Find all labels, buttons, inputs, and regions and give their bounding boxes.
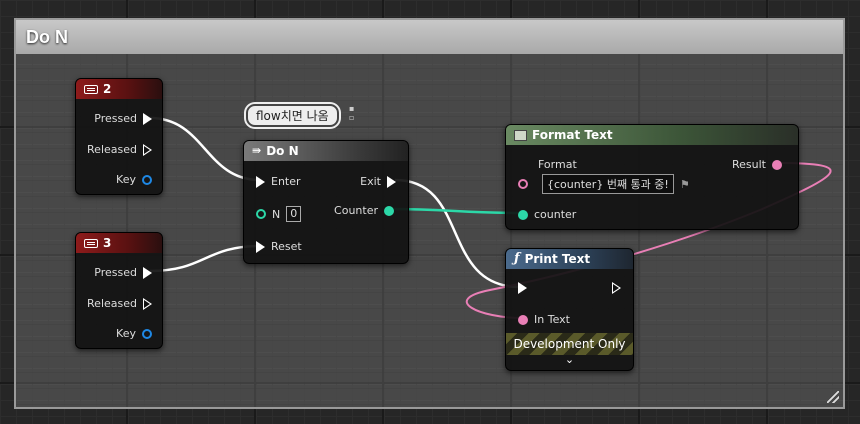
- exec-in-pin[interactable]: [256, 175, 265, 188]
- wire-exit-to-print: [394, 178, 521, 289]
- key-3-key-pin-row[interactable]: Key: [116, 327, 152, 340]
- development-only-banner: Development Only: [506, 333, 633, 355]
- do-n-macro-icon: ⇛: [252, 144, 262, 157]
- do-n-n-pin-row[interactable]: N 0: [256, 206, 302, 222]
- chevron-down-icon[interactable]: ⌄: [506, 353, 633, 366]
- bubble-pin-icon[interactable]: ▪ ▫: [349, 104, 354, 122]
- do-n-exit-pin-row[interactable]: Exit: [360, 175, 396, 188]
- exec-out-pin[interactable]: [143, 112, 152, 125]
- exec-in-pin[interactable]: [256, 240, 265, 253]
- text-out-pin[interactable]: [772, 159, 782, 170]
- released-label: Released: [87, 143, 137, 156]
- integer-out-pin[interactable]: [384, 205, 394, 216]
- format-counter-pin-row[interactable]: counter: [518, 208, 576, 221]
- key-2-released-pin-row[interactable]: Released: [87, 143, 152, 156]
- result-label: Result: [732, 158, 766, 171]
- released-label: Released: [87, 297, 137, 310]
- print-text-title: Print Text: [524, 252, 591, 266]
- do-n-counter-pin-row[interactable]: Counter: [334, 204, 394, 217]
- key-2-key-pin-row[interactable]: Key: [116, 173, 152, 186]
- exec-out-pin[interactable]: [143, 266, 152, 279]
- key-struct-pin[interactable]: [142, 174, 152, 185]
- key-2-pressed-pin-row[interactable]: Pressed: [94, 112, 152, 125]
- in-text-label: In Text: [534, 313, 570, 326]
- format-text-input[interactable]: {counter} 번째 통과 중!: [542, 174, 674, 194]
- keyboard-icon: [84, 238, 98, 248]
- key-2-node-header[interactable]: 2: [76, 79, 162, 99]
- format-text-title: Format Text: [532, 128, 613, 142]
- exec-out-pin[interactable]: [143, 143, 152, 156]
- pressed-label: Pressed: [94, 266, 137, 279]
- n-value-input[interactable]: 0: [286, 206, 302, 222]
- print-exec-in-pin-row[interactable]: [518, 282, 527, 294]
- exec-out-pin[interactable]: [143, 297, 152, 310]
- format-result-pin-row[interactable]: Result: [732, 158, 782, 171]
- exec-out-pin[interactable]: [612, 282, 621, 294]
- enter-label: Enter: [271, 175, 301, 188]
- print-exec-out-pin-row[interactable]: [612, 282, 621, 294]
- print-in-text-pin-row[interactable]: In Text: [518, 313, 570, 326]
- text-in-pin[interactable]: [518, 314, 528, 325]
- keyboard-icon: [84, 84, 98, 94]
- do-n-title: Do N: [266, 144, 299, 158]
- print-text-node-header[interactable]: ƒ Print Text: [506, 249, 633, 269]
- text-in-pin[interactable]: [518, 179, 528, 189]
- format-label-row: Format: [538, 158, 577, 171]
- do-n-node-header[interactable]: ⇛ Do N: [244, 141, 408, 161]
- do-n-node[interactable]: ⇛ Do N Enter N 0 Reset Exit Counter: [243, 140, 409, 264]
- format-label: Format: [538, 158, 577, 171]
- do-n-enter-pin-row[interactable]: Enter: [256, 175, 301, 188]
- key-3-event-node[interactable]: 3 Pressed Released Key: [75, 232, 163, 349]
- n-label: N: [272, 207, 281, 221]
- node-comment-bubble[interactable]: flow치면 나옴: [246, 104, 339, 127]
- counter-label: Counter: [334, 204, 378, 217]
- reset-label: Reset: [271, 240, 302, 253]
- print-text-node[interactable]: ƒ Print Text In Text Development Only ⌄: [505, 248, 634, 371]
- key-2-event-node[interactable]: 2 Pressed Released Key: [75, 78, 163, 195]
- key-struct-pin[interactable]: [142, 328, 152, 339]
- wildcard-in-pin[interactable]: [518, 209, 528, 220]
- exec-out-pin[interactable]: [387, 175, 396, 188]
- key-label: Key: [116, 173, 136, 186]
- exec-in-pin[interactable]: [518, 282, 527, 294]
- key-3-pressed-pin-row[interactable]: Pressed: [94, 266, 152, 279]
- counter-arg-label: counter: [534, 208, 577, 221]
- key-label: Key: [116, 327, 136, 340]
- do-n-reset-pin-row[interactable]: Reset: [256, 240, 302, 253]
- pressed-label: Pressed: [94, 112, 137, 125]
- format-pin-row[interactable]: {counter} 번째 통과 중! ⚑: [518, 174, 690, 194]
- flag-icon[interactable]: ⚑: [680, 178, 690, 191]
- key-3-title: 3: [103, 236, 112, 250]
- function-icon: ƒ: [514, 251, 520, 266]
- format-text-node-header[interactable]: Format Text: [506, 125, 798, 145]
- key-2-title: 2: [103, 82, 112, 96]
- exit-label: Exit: [360, 175, 381, 188]
- format-text-icon: [514, 129, 527, 141]
- key-3-node-header[interactable]: 3: [76, 233, 162, 253]
- format-text-node[interactable]: Format Text Format {counter} 번째 통과 중! ⚑ …: [505, 124, 799, 230]
- key-3-released-pin-row[interactable]: Released: [87, 297, 152, 310]
- integer-in-pin[interactable]: [256, 209, 266, 219]
